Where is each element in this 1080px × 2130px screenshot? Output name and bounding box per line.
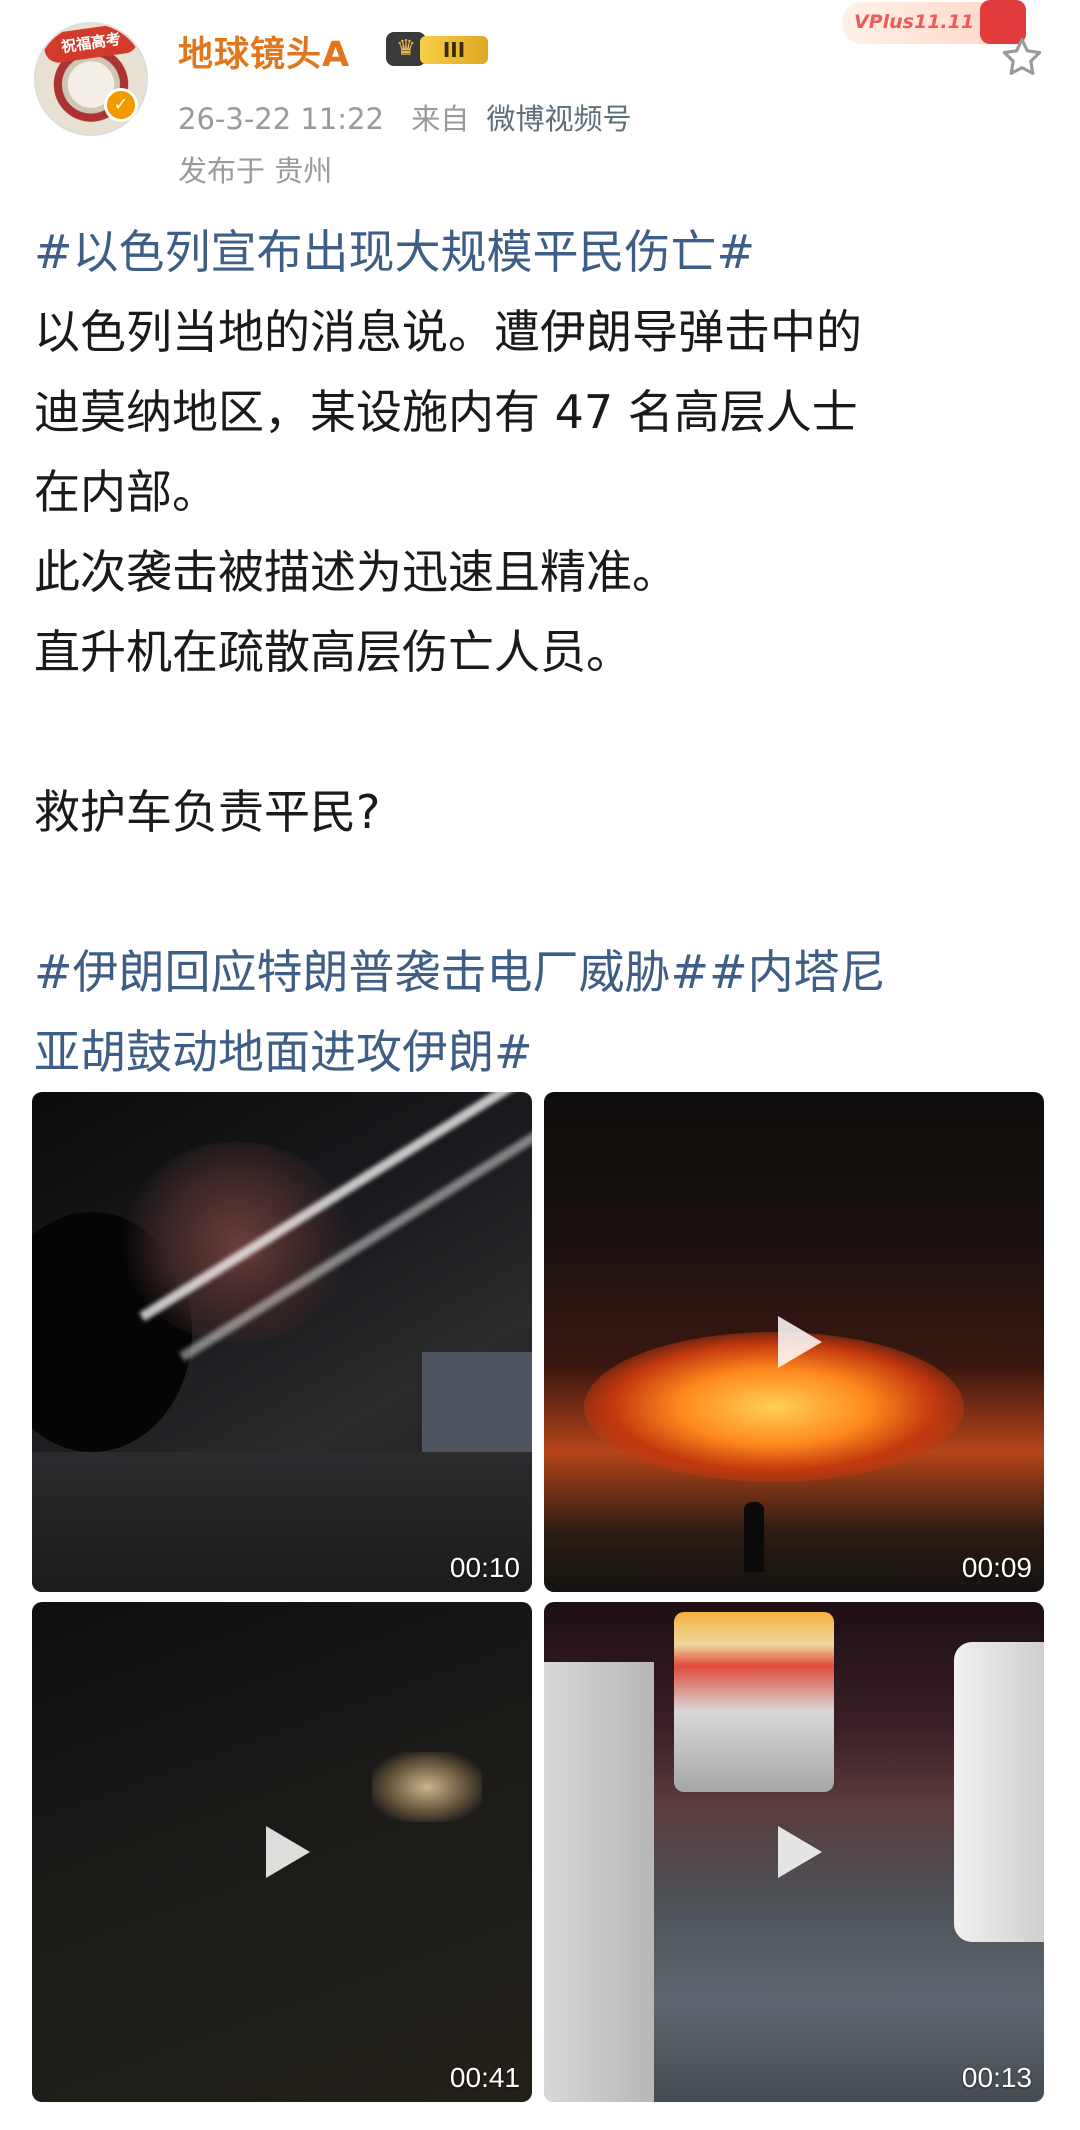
scene-person: [744, 1502, 764, 1572]
hashtag-link[interactable]: 亚胡鼓动地面进攻伊朗#: [34, 1012, 1054, 1092]
video-thumbnail-1[interactable]: 00:10: [32, 1092, 532, 1592]
scene-vehicle: [544, 1662, 654, 2102]
vip-level: III: [420, 36, 488, 64]
post-text-line: 直升机在疏散高层伤亡人员。: [34, 625, 632, 679]
post-text-line: 在内部。: [34, 465, 218, 519]
vplus-promo-button[interactable]: VPlus11.11: [842, 0, 1026, 44]
scene-vehicle: [954, 1642, 1044, 1942]
username[interactable]: 地球镜头A: [178, 26, 350, 77]
video-duration: 00:10: [449, 1552, 520, 1583]
video-thumbnail-4[interactable]: 00:13: [544, 1602, 1044, 2102]
vip-badge[interactable]: ♛ III: [386, 30, 492, 68]
source-prefix: 来自: [411, 102, 470, 136]
video-duration: 00:41: [449, 2062, 520, 2093]
avatar[interactable]: 祝福高考: [34, 22, 148, 136]
video-grid: 00:10 00:09 00:41 00:13: [32, 1092, 1048, 2102]
hashtag-link[interactable]: #伊朗回应特朗普袭击电厂威胁##内塔尼: [34, 932, 1054, 1012]
scene-vehicle: [372, 1752, 482, 1822]
post-text-line: 此次袭击被描述为迅速且精准。: [34, 545, 678, 599]
scene-fire: [584, 1332, 964, 1482]
post-text-line: 迪莫纳地区，某设施内有 47 名高层人士: [34, 385, 858, 439]
post-text-line: 以色列当地的消息说。遭伊朗导弹击中的: [34, 305, 862, 359]
post-header: 祝福高考 ✓ 地球镜头A ♛ III 26-3-22 11:22 来自 微博视频…: [0, 0, 1080, 200]
video-thumbnail-3[interactable]: 00:41: [32, 1602, 532, 2102]
post-text-line: 救护车负责平民?: [34, 785, 381, 839]
video-duration: 00:13: [961, 2062, 1032, 2093]
post-source[interactable]: 微博视频号: [486, 102, 631, 136]
vplus-label: VPlus11.11: [854, 11, 975, 33]
scene-building: [422, 1352, 532, 1462]
post-location: 发布于 贵州: [178, 154, 333, 188]
play-icon[interactable]: [778, 1316, 822, 1368]
play-icon[interactable]: [778, 1826, 822, 1878]
hashtag-link[interactable]: #以色列宣布出现大规模平民伤亡#: [34, 212, 1054, 292]
avatar-banner: 祝福高考: [42, 24, 140, 65]
verified-badge-icon: ✓: [104, 88, 138, 122]
video-duration: 00:09: [961, 1552, 1032, 1583]
star-outline-icon[interactable]: [998, 34, 1046, 82]
scene-ambulance: [674, 1612, 834, 1792]
play-icon[interactable]: [266, 1826, 310, 1878]
post-meta: 26-3-22 11:22 来自 微博视频号: [178, 96, 631, 138]
post-text-blank: [34, 852, 1054, 932]
post-body: #以色列宣布出现大规模平民伤亡# 以色列当地的消息说。遭伊朗导弹击中的 迪莫纳地…: [34, 212, 1054, 1092]
video-thumbnail-2[interactable]: 00:09: [544, 1092, 1044, 1592]
post-time: 26-3-22 11:22: [178, 102, 384, 136]
post-text-blank: [34, 692, 1054, 772]
